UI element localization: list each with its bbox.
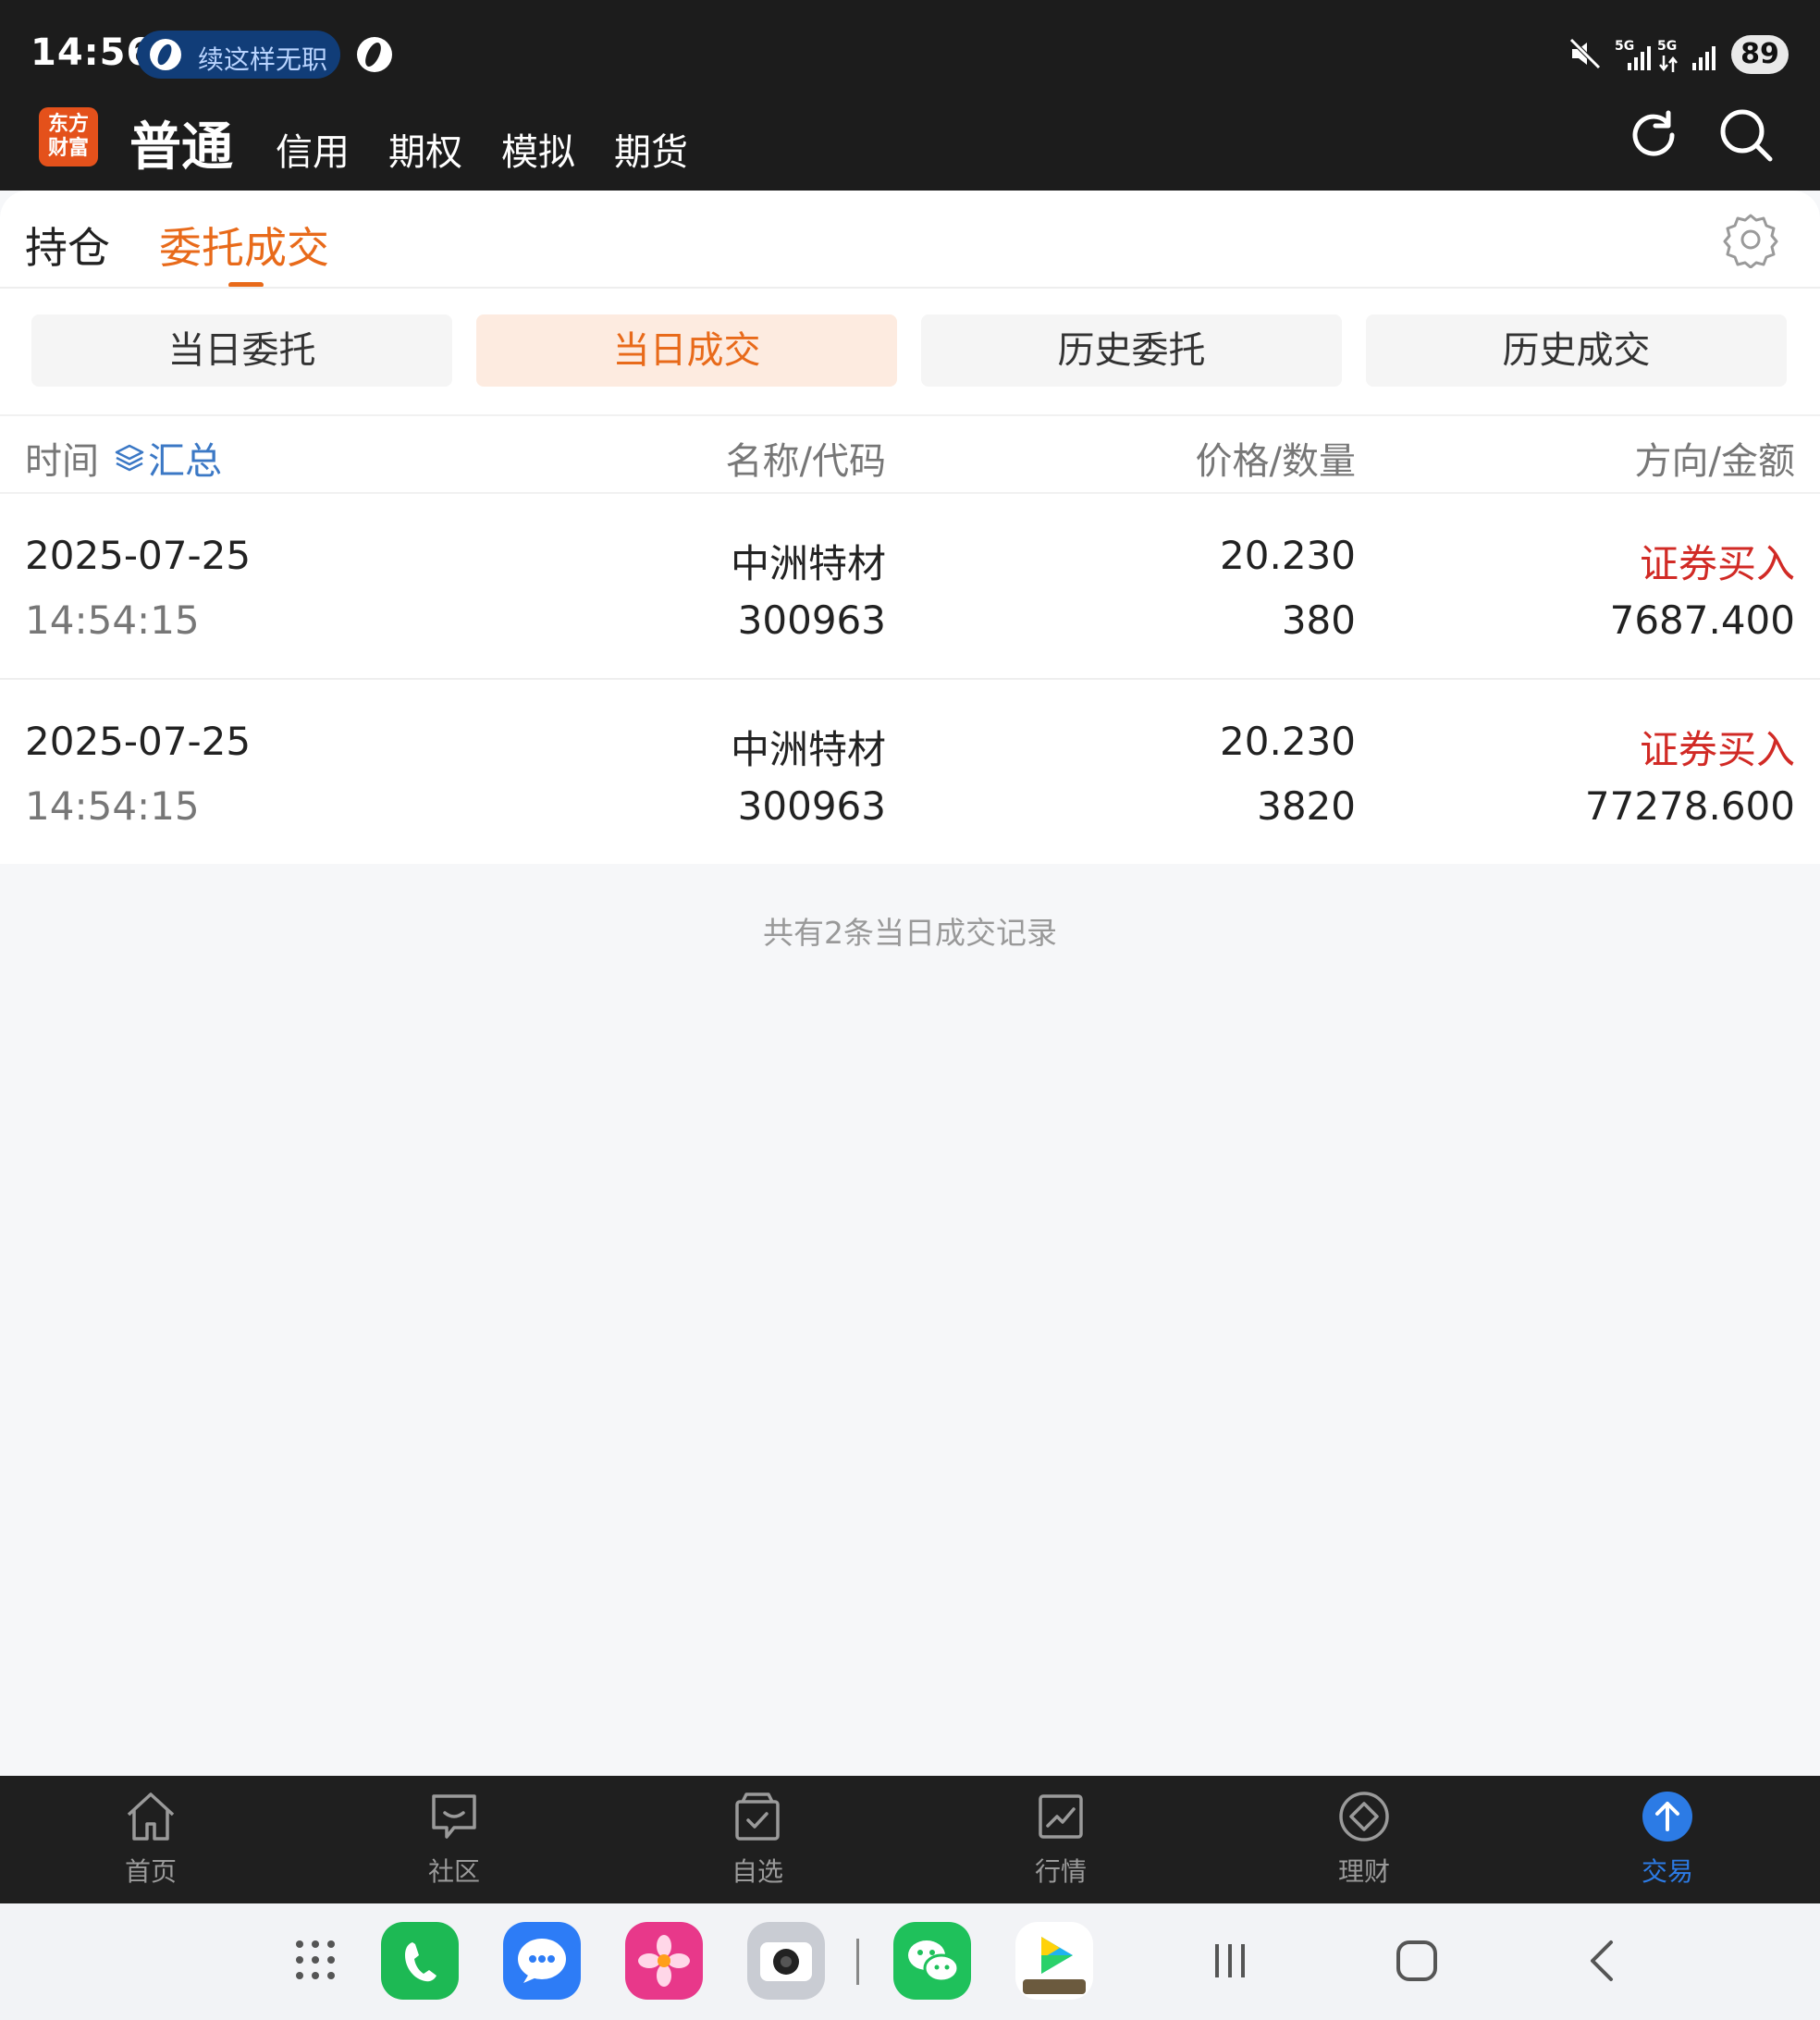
trade-amount: 77278.600 xyxy=(1584,783,1795,829)
chart-icon xyxy=(1039,1794,1083,1839)
signal-icon xyxy=(1692,44,1718,70)
gear-icon[interactable] xyxy=(1722,211,1779,268)
header-side-amount: 方向/金额 xyxy=(1634,440,1795,483)
account-tab-simulation[interactable]: 模拟 xyxy=(501,122,575,176)
trade-qty: 380 xyxy=(1281,597,1356,643)
table-row[interactable]: 2025-07-25 14:54:15 中洲特材 300963 20.230 3… xyxy=(0,494,1820,679)
dock-separator xyxy=(856,1939,859,1985)
notification-pill[interactable]: 续这样无职 xyxy=(137,31,340,79)
app-logo: 东方 财富 xyxy=(39,107,98,166)
account-tab-options[interactable]: 期权 xyxy=(388,122,462,176)
nav-trade[interactable]: 交易 xyxy=(1593,1789,1741,1891)
network-type-2: 5G xyxy=(1657,39,1678,54)
phone-app-icon[interactable] xyxy=(381,1922,459,2000)
wechat-app-icon[interactable] xyxy=(893,1922,971,2000)
trade-side: 证券买入 xyxy=(1639,727,1795,772)
trade-side: 证券买入 xyxy=(1639,541,1795,586)
account-tab-futures[interactable]: 期货 xyxy=(614,122,688,176)
nav-home[interactable]: 首页 xyxy=(77,1789,225,1891)
status-time: 14:56 xyxy=(31,31,154,74)
arrow-up-circle-icon xyxy=(1642,1792,1692,1841)
segment-history-orders[interactable]: 历史委托 xyxy=(921,314,1342,387)
segment-today-trades[interactable]: 当日成交 xyxy=(476,314,897,387)
mute-icon xyxy=(1569,38,1601,69)
app-drawer-icon[interactable] xyxy=(294,1939,337,1981)
trade-price: 20.230 xyxy=(1220,533,1356,578)
header-price-qty: 价格/数量 xyxy=(1195,440,1356,483)
diamond-icon xyxy=(1339,1792,1389,1841)
status-bar: 14:56 续这样无职 5G 5G 89 xyxy=(0,0,1820,111)
nav-community[interactable]: 社区 xyxy=(380,1789,528,1891)
divider xyxy=(0,414,1820,416)
header-time: 时间 xyxy=(25,440,99,483)
back-icon[interactable] xyxy=(1576,1933,1631,1989)
recent-apps-icon[interactable] xyxy=(1202,1933,1258,1989)
table-row[interactable]: 2025-07-25 14:54:15 中洲特材 300963 20.230 3… xyxy=(0,680,1820,865)
home-button-icon[interactable] xyxy=(1389,1933,1445,1989)
camera-app-icon[interactable] xyxy=(747,1922,825,2000)
trade-date: 2025-07-25 xyxy=(25,719,252,764)
battery-indicator: 89 xyxy=(1731,35,1789,74)
account-tab-normal[interactable]: 普通 xyxy=(129,105,233,180)
summary-link[interactable]: 汇总 xyxy=(148,431,222,485)
stock-name: 中洲特材 xyxy=(730,727,886,772)
home-icon xyxy=(127,1792,175,1841)
globe-icon xyxy=(150,39,181,70)
trade-time: 14:54:15 xyxy=(25,597,200,643)
nav-watchlist[interactable]: 自选 xyxy=(683,1789,831,1891)
record-count-note: 共有2条当日成交记录 xyxy=(763,915,1057,951)
trade-amount: 7687.400 xyxy=(1609,597,1795,643)
nav-wealth[interactable]: 理财 xyxy=(1290,1789,1438,1891)
video-app-icon[interactable] xyxy=(1015,1922,1093,2000)
messages-app-icon[interactable] xyxy=(503,1922,581,2000)
trade-price: 20.230 xyxy=(1220,719,1356,764)
notification-text: 续这样无职 xyxy=(198,44,327,75)
data-transfer-icon xyxy=(1659,55,1678,72)
header-name-code: 名称/代码 xyxy=(725,440,886,483)
refresh-icon[interactable] xyxy=(1624,105,1683,165)
divider xyxy=(0,287,1820,289)
stock-code: 300963 xyxy=(737,597,886,643)
nav-market[interactable]: 行情 xyxy=(987,1789,1135,1891)
segment-history-trades[interactable]: 历史成交 xyxy=(1366,314,1787,387)
search-icon[interactable] xyxy=(1716,105,1776,165)
trade-time: 14:54:15 xyxy=(25,783,200,829)
layers-icon[interactable] xyxy=(115,442,144,472)
app-header xyxy=(0,111,1820,191)
chat-bubble-icon xyxy=(432,1794,476,1839)
checkbox-bag-icon xyxy=(735,1792,780,1841)
account-tab-credit[interactable]: 信用 xyxy=(276,122,350,176)
trade-date: 2025-07-25 xyxy=(25,533,252,578)
segment-today-orders[interactable]: 当日委托 xyxy=(31,314,452,387)
bottom-nav xyxy=(0,1776,1820,1903)
tab-orders-trades[interactable]: 委托成交 xyxy=(159,215,329,276)
stock-code: 300963 xyxy=(737,783,886,829)
tab-positions[interactable]: 持仓 xyxy=(25,215,110,276)
trade-qty: 3820 xyxy=(1257,783,1356,829)
globe-icon xyxy=(357,37,392,72)
stock-name: 中洲特材 xyxy=(730,541,886,586)
signal-icon xyxy=(1628,44,1654,70)
gallery-app-icon[interactable] xyxy=(625,1922,703,2000)
